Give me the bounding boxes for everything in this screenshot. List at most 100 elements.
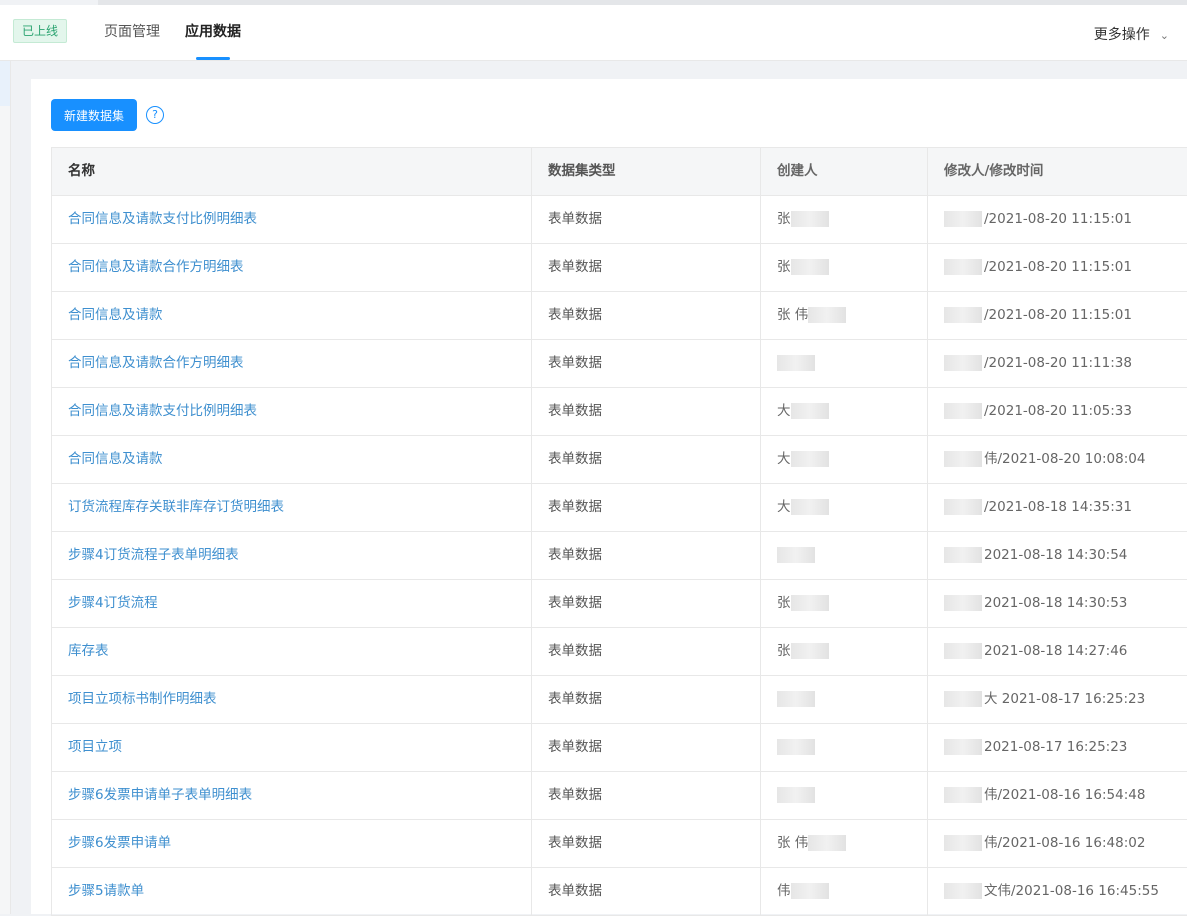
table-header-row: 名称 数据集类型 创建人 修改人/修改时间 [52, 148, 1187, 196]
table-row: 步骤6发票申请单子表单明细表 表单数据 伟/2021-08-16 16:54:48 [52, 772, 1187, 820]
dataset-name-link[interactable]: 步骤4订货流程子表单明细表 [68, 547, 239, 563]
dataset-name-link[interactable]: 合同信息及请款合作方明细表 [68, 259, 244, 275]
dataset-name-cell: 合同信息及请款合作方明细表 [52, 340, 532, 387]
redacted-blur [777, 739, 815, 755]
dataset-name-link[interactable]: 订货流程库存关联非库存订货明细表 [68, 499, 284, 515]
modified-text: 伟/2021-08-20 10:08:04 [984, 451, 1146, 467]
redacted-blur [944, 499, 982, 515]
redacted-blur [790, 451, 829, 467]
modified-cell: 大 2021-08-17 16:25:23 [928, 676, 1187, 723]
modified-cell: 2021-08-18 14:30:53 [928, 580, 1187, 627]
active-tab-indicator [196, 57, 230, 60]
dataset-name-cell: 合同信息及请款 [52, 292, 532, 339]
column-header-type[interactable]: 数据集类型 [532, 148, 761, 195]
creator-cell: 大 [761, 484, 928, 531]
dataset-name-link[interactable]: 项目立项 [68, 739, 122, 755]
table-row: 库存表 表单数据张 2021-08-18 14:27:46 [52, 628, 1187, 676]
creator-cell [761, 532, 928, 579]
modified-text: /2021-08-20 11:15:01 [984, 259, 1132, 275]
tab-app-data[interactable]: 应用数据 [185, 21, 241, 41]
dataset-name-link[interactable]: 步骤6发票申请单 [68, 835, 171, 851]
modified-cell: /2021-08-20 11:05:33 [928, 388, 1187, 435]
dataset-type-cell: 表单数据 [532, 532, 761, 579]
table-row: 步骤6发票申请单 表单数据张 伟 伟/2021-08-16 16:48:02 [52, 820, 1187, 868]
redacted-blur [944, 739, 982, 755]
creator-cell: 张 伟 [761, 820, 928, 867]
redacted-blur [944, 883, 982, 899]
creator-text: 张 [777, 259, 791, 275]
redacted-blur [777, 547, 815, 563]
dataset-name-link[interactable]: 步骤4订货流程 [68, 595, 158, 611]
dataset-name-link[interactable]: 合同信息及请款合作方明细表 [68, 355, 244, 371]
dataset-name-link[interactable]: 步骤6发票申请单子表单明细表 [68, 787, 252, 803]
redacted-blur [944, 595, 982, 611]
dataset-name-cell: 步骤6发票申请单 [52, 820, 532, 867]
help-circle-icon[interactable]: ? [146, 106, 164, 124]
dataset-type-cell: 表单数据 [532, 388, 761, 435]
modified-cell: 2021-08-18 14:27:46 [928, 628, 1187, 675]
dataset-type-cell: 表单数据 [532, 628, 761, 675]
modified-cell: /2021-08-20 11:15:01 [928, 244, 1187, 291]
creator-cell: 张 [761, 244, 928, 291]
chevron-down-icon: ⌄ [1159, 29, 1169, 42]
dataset-name-link[interactable]: 项目立项标书制作明细表 [68, 691, 217, 707]
left-sidebar-strip [0, 61, 11, 914]
column-header-creator[interactable]: 创建人 [761, 148, 928, 195]
redacted-blur [808, 835, 847, 851]
dataset-name-link[interactable]: 库存表 [68, 643, 109, 659]
creator-text: 张 [777, 211, 791, 227]
creator-text: 伟 [777, 883, 791, 899]
dataset-type-cell: 表单数据 [532, 580, 761, 627]
modified-text: 文伟/2021-08-16 16:45:55 [984, 883, 1159, 899]
redacted-blur [944, 643, 982, 659]
table-row: 订货流程库存关联非库存订货明细表 表单数据大/2021-08-18 14:35:3… [52, 484, 1187, 532]
modified-text: 2021-08-18 14:27:46 [984, 643, 1128, 659]
creator-text: 张 伟 [777, 835, 809, 851]
modified-cell: 文伟/2021-08-16 16:45:55 [928, 868, 1187, 915]
dataset-name-cell: 项目立项标书制作明细表 [52, 676, 532, 723]
modified-text: 大 2021-08-17 16:25:23 [984, 691, 1146, 707]
creator-text: 大 [777, 403, 791, 419]
dataset-name-link[interactable]: 合同信息及请款 [68, 307, 163, 323]
modified-cell: 伟/2021-08-16 16:54:48 [928, 772, 1187, 819]
creator-cell [761, 772, 928, 819]
redacted-blur [777, 787, 815, 803]
redacted-blur [790, 883, 829, 899]
redacted-blur [944, 787, 982, 803]
dataset-type-cell: 表单数据 [532, 484, 761, 531]
dataset-name-link[interactable]: 合同信息及请款 [68, 451, 163, 467]
dataset-name-link[interactable]: 合同信息及请款支付比例明细表 [68, 211, 257, 227]
creator-cell: 张 [761, 196, 928, 243]
table-row: 合同信息及请款 表单数据大 伟/2021-08-20 10:08:04 [52, 436, 1187, 484]
modified-cell: /2021-08-20 11:15:01 [928, 196, 1187, 243]
redacted-blur [944, 835, 982, 851]
table-row: 步骤5请款单 表单数据伟 文伟/2021-08-16 16:45:55 [52, 868, 1187, 916]
modified-text: 2021-08-18 14:30:54 [984, 547, 1128, 563]
tab-page-management[interactable]: 页面管理 [104, 21, 160, 41]
modified-cell: /2021-08-20 11:15:01 [928, 292, 1187, 339]
more-actions-label: 更多操作 [1093, 27, 1150, 43]
creator-cell [761, 676, 928, 723]
new-dataset-button[interactable]: 新建数据集 [51, 99, 137, 131]
redacted-blur [790, 403, 829, 419]
redacted-blur [790, 643, 829, 659]
redacted-blur [790, 499, 829, 515]
column-header-name[interactable]: 名称 [52, 148, 532, 195]
modified-cell: 伟/2021-08-16 16:48:02 [928, 820, 1187, 867]
column-header-modified[interactable]: 修改人/修改时间 [928, 148, 1187, 195]
creator-cell: 伟 [761, 868, 928, 915]
table-body: 合同信息及请款支付比例明细表 表单数据张/2021-08-20 11:15:01 合… [52, 196, 1187, 916]
redacted-blur [944, 691, 982, 707]
table-row: 合同信息及请款合作方明细表 表单数据张/2021-08-20 11:15:01 [52, 244, 1187, 292]
dataset-type-cell: 表单数据 [532, 340, 761, 387]
creator-text: 大 [777, 499, 791, 515]
dataset-name-cell: 步骤4订货流程 [52, 580, 532, 627]
modified-text: 2021-08-17 16:25:23 [984, 739, 1128, 755]
dataset-name-link[interactable]: 步骤5请款单 [68, 883, 144, 899]
dataset-type-cell: 表单数据 [532, 868, 761, 915]
table-row: 项目立项标书制作明细表 表单数据 大 2021-08-17 16:25:23 [52, 676, 1187, 724]
redacted-blur [790, 259, 829, 275]
dataset-name-link[interactable]: 合同信息及请款支付比例明细表 [68, 403, 257, 419]
more-actions-dropdown[interactable]: 更多操作 ⌄ [1094, 24, 1169, 44]
modified-text: 伟/2021-08-16 16:54:48 [984, 787, 1146, 803]
